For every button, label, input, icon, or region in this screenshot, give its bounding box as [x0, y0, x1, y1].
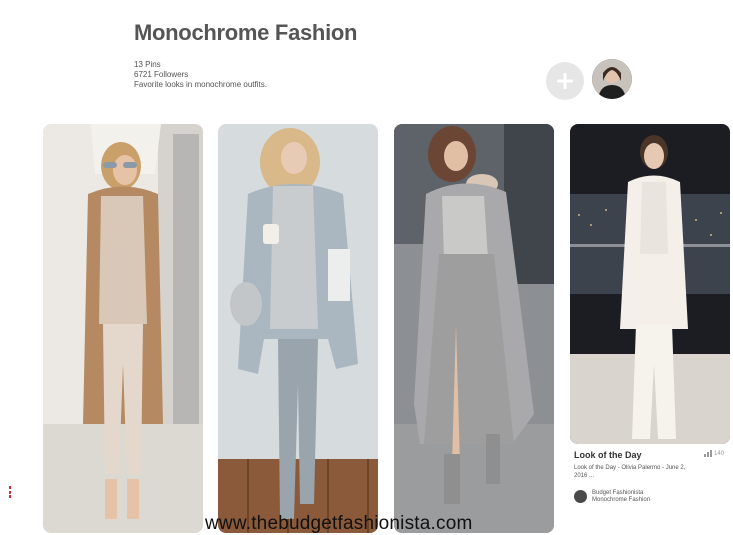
- pinner-board[interactable]: Monochrome Fashion: [592, 497, 650, 504]
- pin-image-4[interactable]: [570, 124, 730, 444]
- pin-stats: 140: [703, 450, 724, 457]
- board-owner-avatar[interactable]: [592, 59, 632, 99]
- pinner[interactable]: Budget Fashionista Monochrome Fashion: [574, 490, 650, 504]
- pin-description: Look of the Day - Olivia Palermo - June …: [574, 465, 686, 479]
- pin-count: 140: [713, 450, 724, 457]
- pins-count[interactable]: 13 Pins: [134, 60, 267, 70]
- pin-card[interactable]: Look of the Day 140 Look of the Day - Ol…: [570, 444, 730, 524]
- pin-image-1[interactable]: [43, 124, 203, 533]
- edge-mark: [9, 486, 11, 498]
- plus-icon: [557, 73, 573, 89]
- board-title: Monochrome Fashion: [134, 20, 358, 45]
- followers-count[interactable]: 6721 Followers: [134, 70, 267, 80]
- avatar-image: [592, 59, 632, 99]
- pin-title[interactable]: Look of the Day: [574, 450, 642, 460]
- pin-image-2[interactable]: [218, 124, 378, 533]
- pin-image-3[interactable]: [394, 124, 554, 533]
- add-collaborator-button[interactable]: [546, 62, 584, 100]
- board-meta: 13 Pins 6721 Followers Favorite looks in…: [134, 60, 267, 90]
- board-description: Favorite looks in monochrome outfits.: [134, 80, 267, 89]
- pinner-avatar[interactable]: [574, 490, 587, 503]
- watermark: www.thebudgetfashionista.com: [205, 513, 473, 534]
- pinner-name[interactable]: Budget Fashionista: [592, 490, 650, 497]
- bar-chart-icon: [703, 450, 712, 457]
